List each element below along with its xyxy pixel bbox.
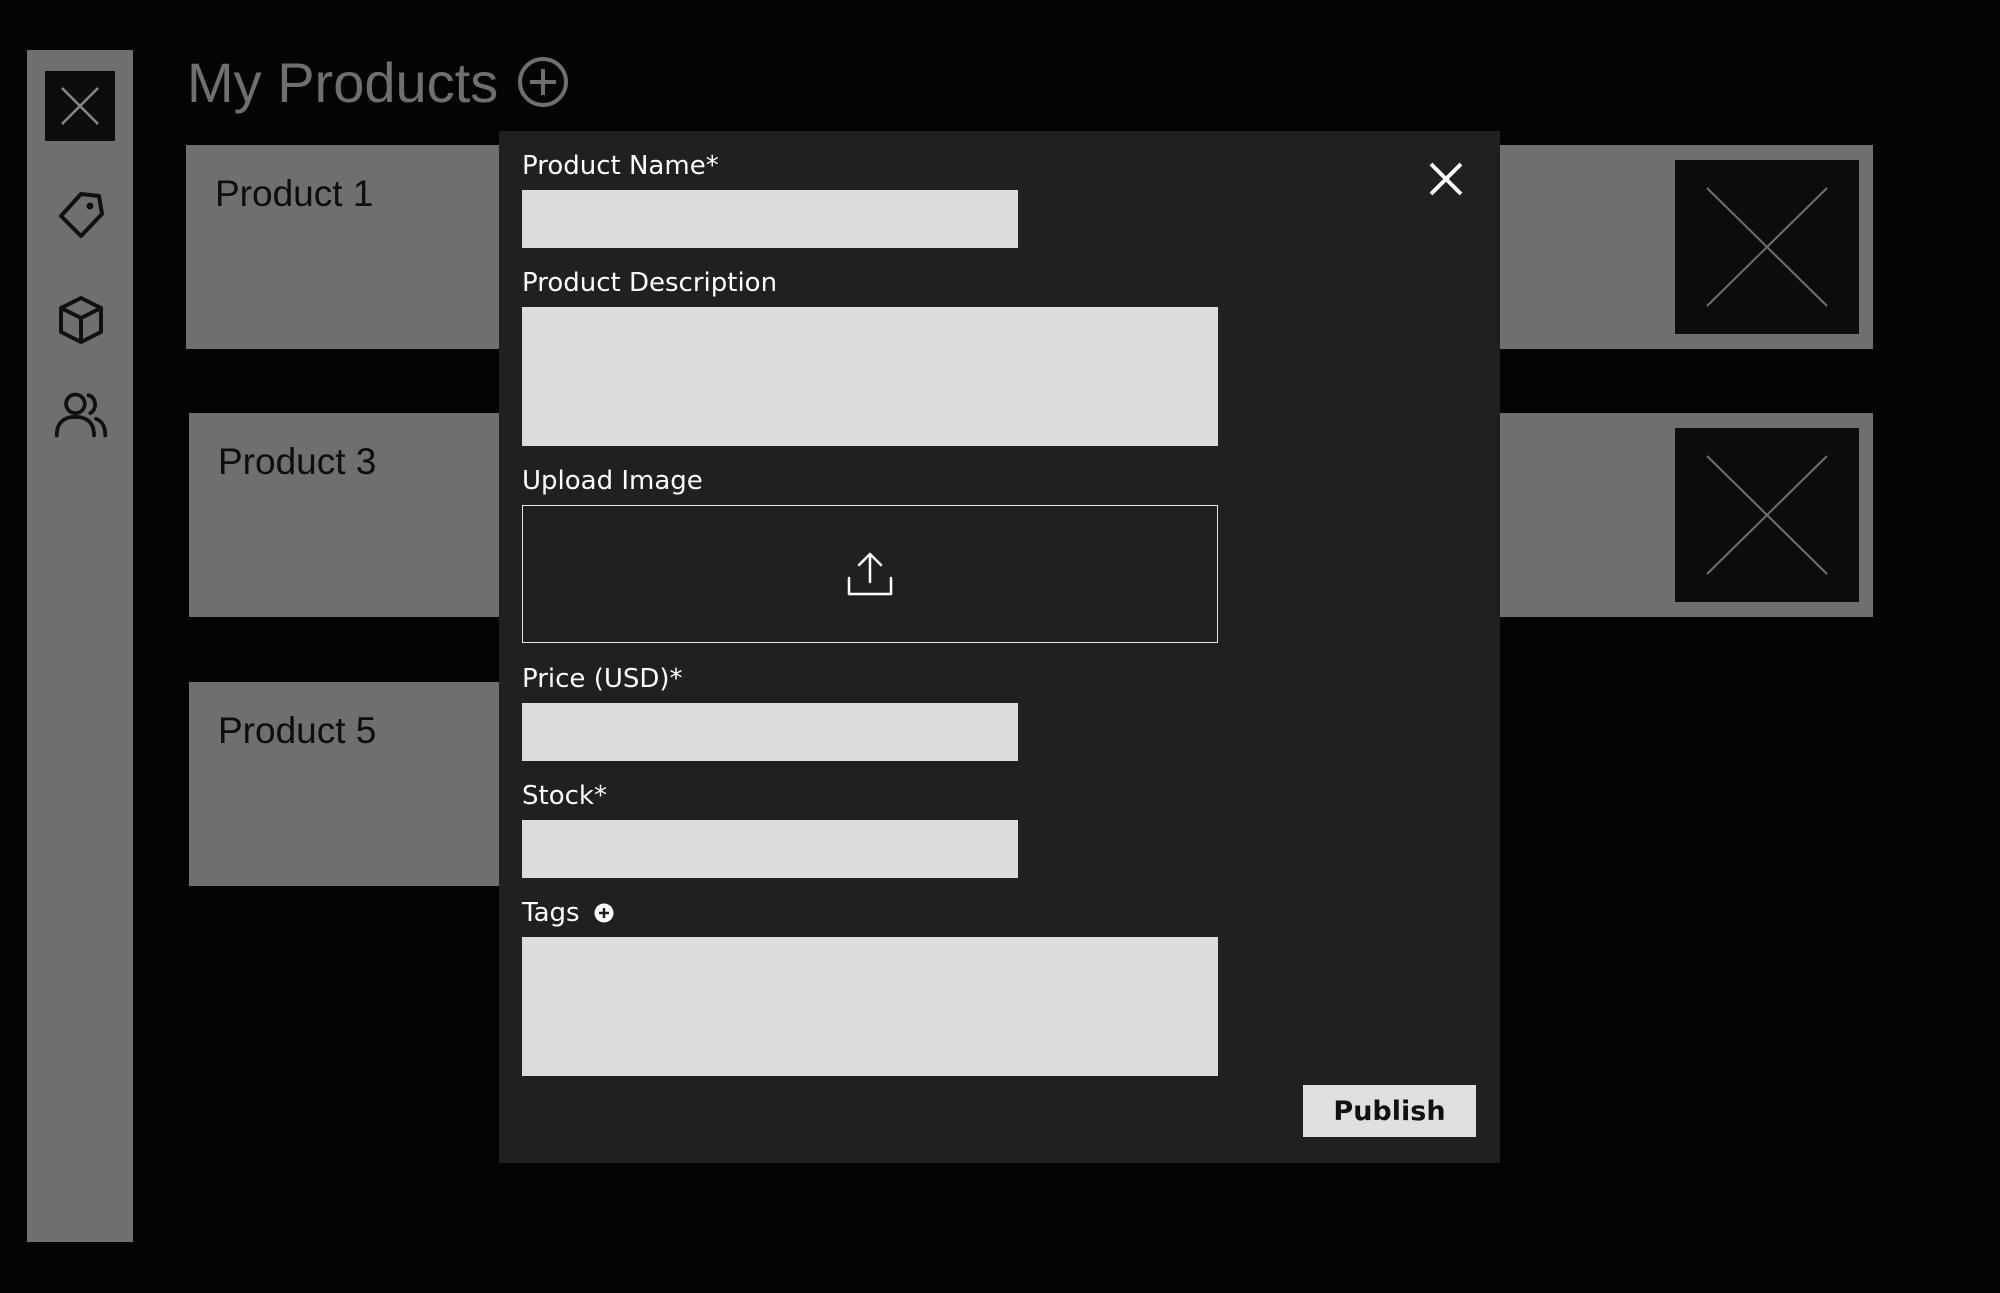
price-label: Price (USD)*	[522, 664, 683, 694]
tags-label: Tags	[522, 898, 580, 928]
tags-input[interactable]	[522, 937, 1218, 1076]
app-root: My Products Product 1 Product 3 Product …	[0, 0, 2000, 1293]
product-title: Product 3	[218, 441, 377, 482]
tag-icon	[59, 192, 104, 238]
close-icon	[61, 87, 99, 125]
close-icon	[1429, 162, 1463, 196]
upload-icon	[847, 552, 893, 596]
product-title: Product 5	[218, 710, 377, 751]
modal-close-button[interactable]	[1422, 155, 1470, 203]
product-name-input[interactable]	[522, 190, 1018, 248]
upload-image-label: Upload Image	[522, 466, 703, 496]
publish-button[interactable]: Publish	[1303, 1085, 1476, 1137]
sidebar-close-button[interactable]	[45, 71, 115, 141]
page-title: My Products	[187, 50, 499, 114]
add-product-modal: Product Name* Product Description Upload…	[499, 131, 1500, 1163]
product-title: Product 1	[215, 173, 374, 214]
image-placeholder-icon	[1706, 187, 1828, 307]
sidebar-item-users[interactable]	[53, 387, 109, 443]
add-product-button[interactable]	[516, 55, 570, 109]
price-input[interactable]	[522, 703, 1018, 761]
page-header: My Products	[187, 46, 570, 118]
sidebar-item-products[interactable]	[53, 292, 109, 348]
stock-label: Stock*	[522, 781, 607, 811]
sidebar	[27, 50, 133, 1242]
tags-label-row: Tags	[522, 898, 614, 928]
product-image-placeholder	[1675, 428, 1859, 602]
plus-circle-icon	[594, 903, 614, 923]
plus-circle-icon	[518, 57, 569, 107]
upload-image-dropzone[interactable]	[522, 505, 1218, 643]
product-description-input[interactable]	[522, 307, 1218, 446]
image-placeholder-icon	[1706, 455, 1828, 575]
box-icon	[59, 296, 103, 344]
product-card[interactable]: Product 5	[189, 682, 509, 886]
add-tag-button[interactable]	[594, 903, 614, 923]
stock-input[interactable]	[522, 820, 1018, 878]
product-name-label: Product Name*	[522, 151, 719, 181]
product-description-label: Product Description	[522, 268, 778, 298]
sidebar-item-tags[interactable]	[53, 188, 109, 244]
product-image-placeholder	[1675, 160, 1859, 334]
users-icon	[54, 392, 108, 438]
